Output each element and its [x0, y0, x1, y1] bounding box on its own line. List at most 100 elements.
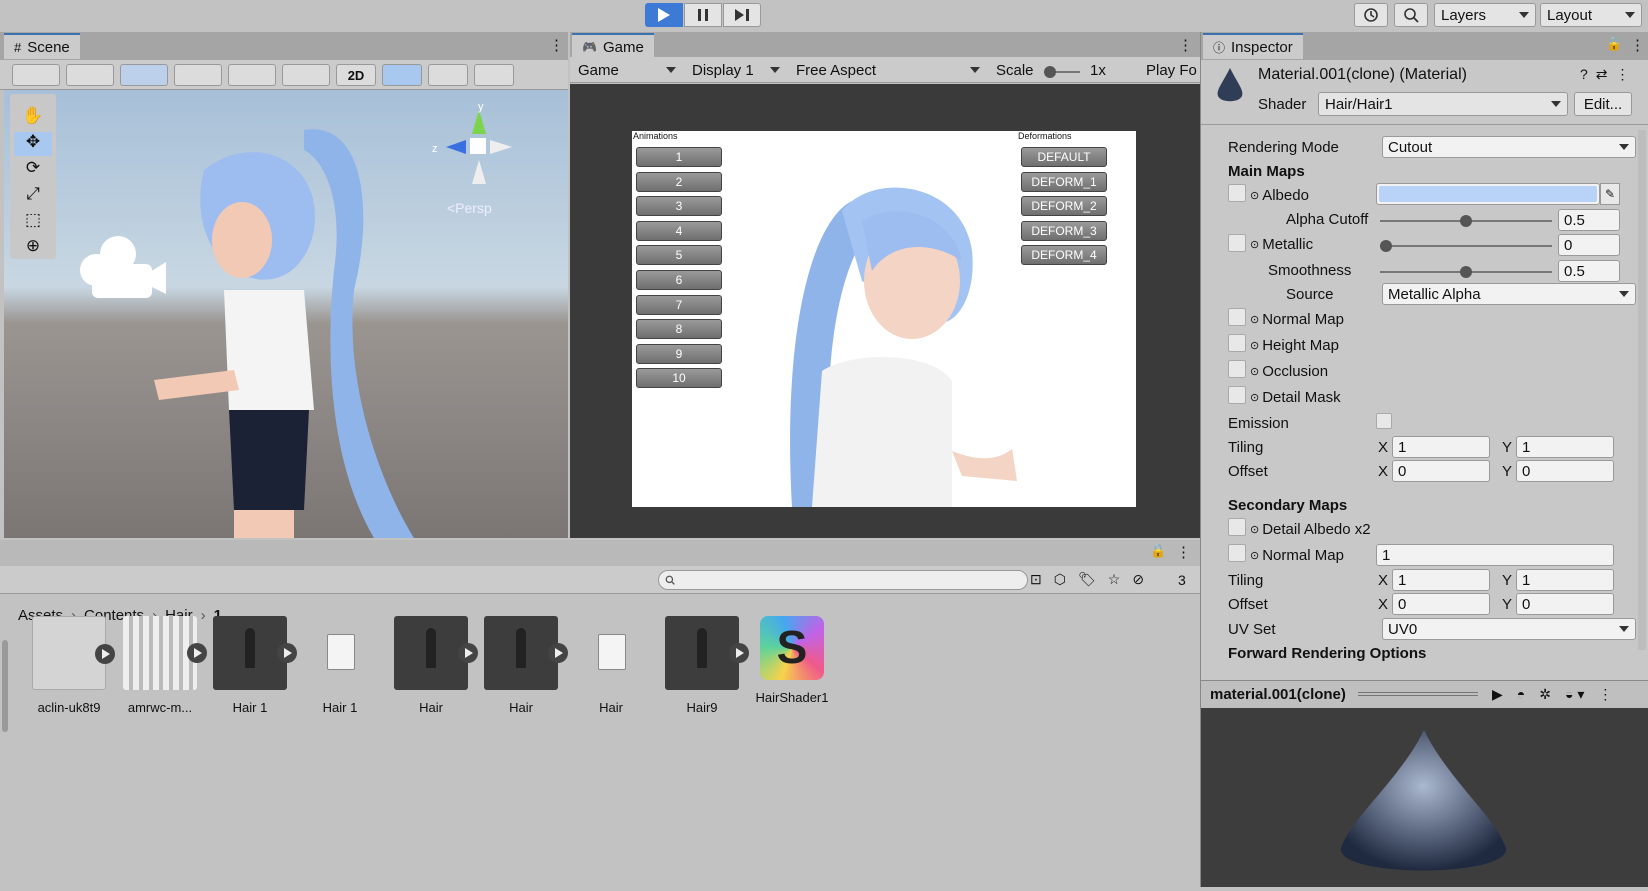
animation-button[interactable]: 6 — [636, 270, 722, 290]
preview-menu-icon[interactable]: ⋮ — [1598, 686, 1612, 703]
animation-button[interactable]: 2 — [636, 171, 722, 192]
filter-type-icon[interactable]: ⬡ — [1054, 571, 1066, 588]
material-preview[interactable] — [1201, 708, 1648, 887]
metallic-field[interactable]: 0 — [1558, 234, 1620, 256]
deformation-button[interactable]: DEFORM_4 — [1021, 245, 1107, 266]
uv-set-dropdown[interactable]: UV0 — [1382, 618, 1636, 640]
tab-scene[interactable]: # Scene — [4, 33, 80, 59]
slider-knob[interactable] — [1460, 215, 1472, 227]
aspect-dropdown[interactable]: Free Aspect — [790, 58, 986, 82]
audio-icon[interactable] — [228, 64, 276, 86]
height-map-slot[interactable] — [1228, 334, 1246, 352]
game-menu-icon[interactable]: ⋮ — [1178, 36, 1193, 54]
asset-item[interactable]: Hair 1 — [207, 616, 297, 715]
search-by-type-icon[interactable]: ⊡ — [1030, 571, 1042, 588]
tiling-y-field[interactable]: 1 — [1516, 436, 1614, 458]
animation-button[interactable]: 10 — [636, 368, 722, 389]
albedo-color-field[interactable] — [1376, 183, 1600, 205]
preview-play-icon[interactable]: ▶ — [1492, 686, 1503, 703]
animation-button[interactable]: 9 — [636, 343, 722, 364]
preview-sphere-icon[interactable]: ◓ — [1517, 686, 1525, 703]
mute-icon[interactable] — [428, 64, 468, 86]
grid-snap-icon[interactable] — [120, 64, 168, 86]
increment-snap-icon[interactable] — [174, 64, 222, 86]
normal-map2-slot[interactable] — [1228, 544, 1246, 562]
texture-picker-icon[interactable]: ⊙ — [1250, 238, 1259, 251]
animation-button[interactable]: 5 — [636, 245, 722, 266]
offset-x-field[interactable]: 0 — [1392, 460, 1490, 482]
texture-picker-icon[interactable]: ⊙ — [1250, 391, 1259, 404]
effects-icon[interactable] — [474, 64, 514, 86]
scale-slider[interactable] — [1044, 66, 1080, 78]
transform-tool-icon[interactable]: ⊕ — [14, 236, 52, 260]
deformation-button[interactable]: DEFAULT — [1021, 147, 1107, 167]
asset-item[interactable]: Hair — [568, 616, 654, 715]
animation-button[interactable]: 3 — [636, 196, 722, 217]
expand-icon[interactable] — [95, 644, 115, 664]
lock-icon[interactable]: 🔒 — [1150, 543, 1166, 559]
asset-item[interactable]: Hair — [478, 616, 568, 715]
expand-icon[interactable] — [548, 643, 568, 663]
rect-tool-icon[interactable]: ⬚ — [14, 210, 52, 234]
play-focused-dropdown[interactable]: Play Fo — [1146, 62, 1200, 79]
rendering-mode-dropdown[interactable]: Cutout — [1382, 136, 1636, 158]
expand-icon[interactable] — [187, 643, 207, 663]
gizmo-mode-icon[interactable] — [66, 64, 114, 86]
animation-button[interactable]: 8 — [636, 319, 722, 340]
lighting-icon[interactable] — [382, 64, 422, 86]
smoothness-slider[interactable] — [1380, 266, 1552, 278]
detail-mask-slot[interactable] — [1228, 386, 1246, 404]
occlusion-slot[interactable] — [1228, 360, 1246, 378]
favorite-icon[interactable]: ☆ — [1108, 571, 1121, 588]
game-mode-dropdown[interactable]: Game — [572, 58, 682, 82]
normal-map2-scale-field[interactable]: 1 — [1376, 544, 1614, 566]
texture-picker-icon[interactable]: ⊙ — [1250, 365, 1259, 378]
pause-button[interactable] — [684, 3, 722, 27]
hidden-icon[interactable]: ⊘ — [1132, 571, 1144, 588]
texture-picker-icon[interactable]: ⊙ — [1250, 523, 1259, 536]
scene-viewport[interactable]: ✋ ✥ ⟳ ⤢ ⬚ ⊕ y z <Persp — [4, 90, 568, 538]
metallic-slider[interactable] — [1380, 240, 1552, 252]
offset2-y-field[interactable]: 0 — [1516, 593, 1614, 615]
asset-item[interactable]: Hair — [388, 616, 478, 715]
scale-slider-knob[interactable] — [1044, 66, 1056, 78]
inspector-scrollbar[interactable] — [1638, 130, 1646, 650]
rotate-tool-icon[interactable]: ⟳ — [14, 158, 52, 182]
move-tool-icon[interactable]: ✥ — [14, 132, 52, 156]
display-dropdown[interactable]: Display 1 — [686, 58, 786, 82]
draw-mode-icon[interactable] — [12, 64, 60, 86]
orientation-gizmo[interactable]: y z — [424, 102, 534, 192]
expand-icon[interactable] — [277, 643, 297, 663]
metallic-texture-slot[interactable] — [1228, 234, 1246, 252]
persp-label[interactable]: <Persp — [447, 200, 492, 216]
project-scrollbar[interactable] — [2, 640, 8, 732]
offset-y-field[interactable]: 0 — [1516, 460, 1614, 482]
scale-tool-icon[interactable]: ⤢ — [14, 184, 52, 208]
preview-resize-handle[interactable] — [1358, 692, 1478, 696]
asset-item[interactable]: Hair 1 — [297, 616, 383, 715]
slider-knob[interactable] — [1380, 240, 1392, 252]
mode-2d-button[interactable]: 2D — [336, 64, 376, 86]
tiling-x-field[interactable]: 1 — [1392, 436, 1490, 458]
albedo-texture-slot[interactable] — [1228, 184, 1246, 202]
alpha-cutoff-slider[interactable] — [1380, 215, 1552, 227]
preview-shape-icon[interactable]: ◒ ▾ — [1565, 686, 1584, 703]
texture-picker-icon[interactable]: ⊙ — [1250, 339, 1259, 352]
hand-tool-icon[interactable]: ✋ — [14, 106, 52, 130]
project-menu-icon[interactable]: ⋮ — [1176, 543, 1191, 561]
detail-albedo-slot[interactable] — [1228, 518, 1246, 536]
deformation-button[interactable]: DEFORM_1 — [1021, 171, 1107, 192]
smoothness-field[interactable]: 0.5 — [1558, 260, 1620, 282]
asset-item[interactable]: S HairShader1 — [749, 616, 835, 705]
texture-picker-icon[interactable]: ⊙ — [1250, 189, 1259, 202]
source-dropdown[interactable]: Metallic Alpha — [1382, 283, 1636, 305]
animation-button[interactable]: 7 — [636, 294, 722, 315]
tab-game[interactable]: 🎮 Game — [572, 33, 654, 59]
label-icon[interactable]: 🏷 — [1078, 571, 1096, 588]
deformation-button[interactable]: DEFORM_2 — [1021, 196, 1107, 217]
tiling2-x-field[interactable]: 1 — [1392, 569, 1490, 591]
play-button[interactable] — [645, 3, 683, 27]
preview-light-icon[interactable]: ✲ — [1539, 686, 1551, 703]
expand-icon[interactable] — [458, 643, 478, 663]
deformation-button[interactable]: DEFORM_3 — [1021, 220, 1107, 241]
